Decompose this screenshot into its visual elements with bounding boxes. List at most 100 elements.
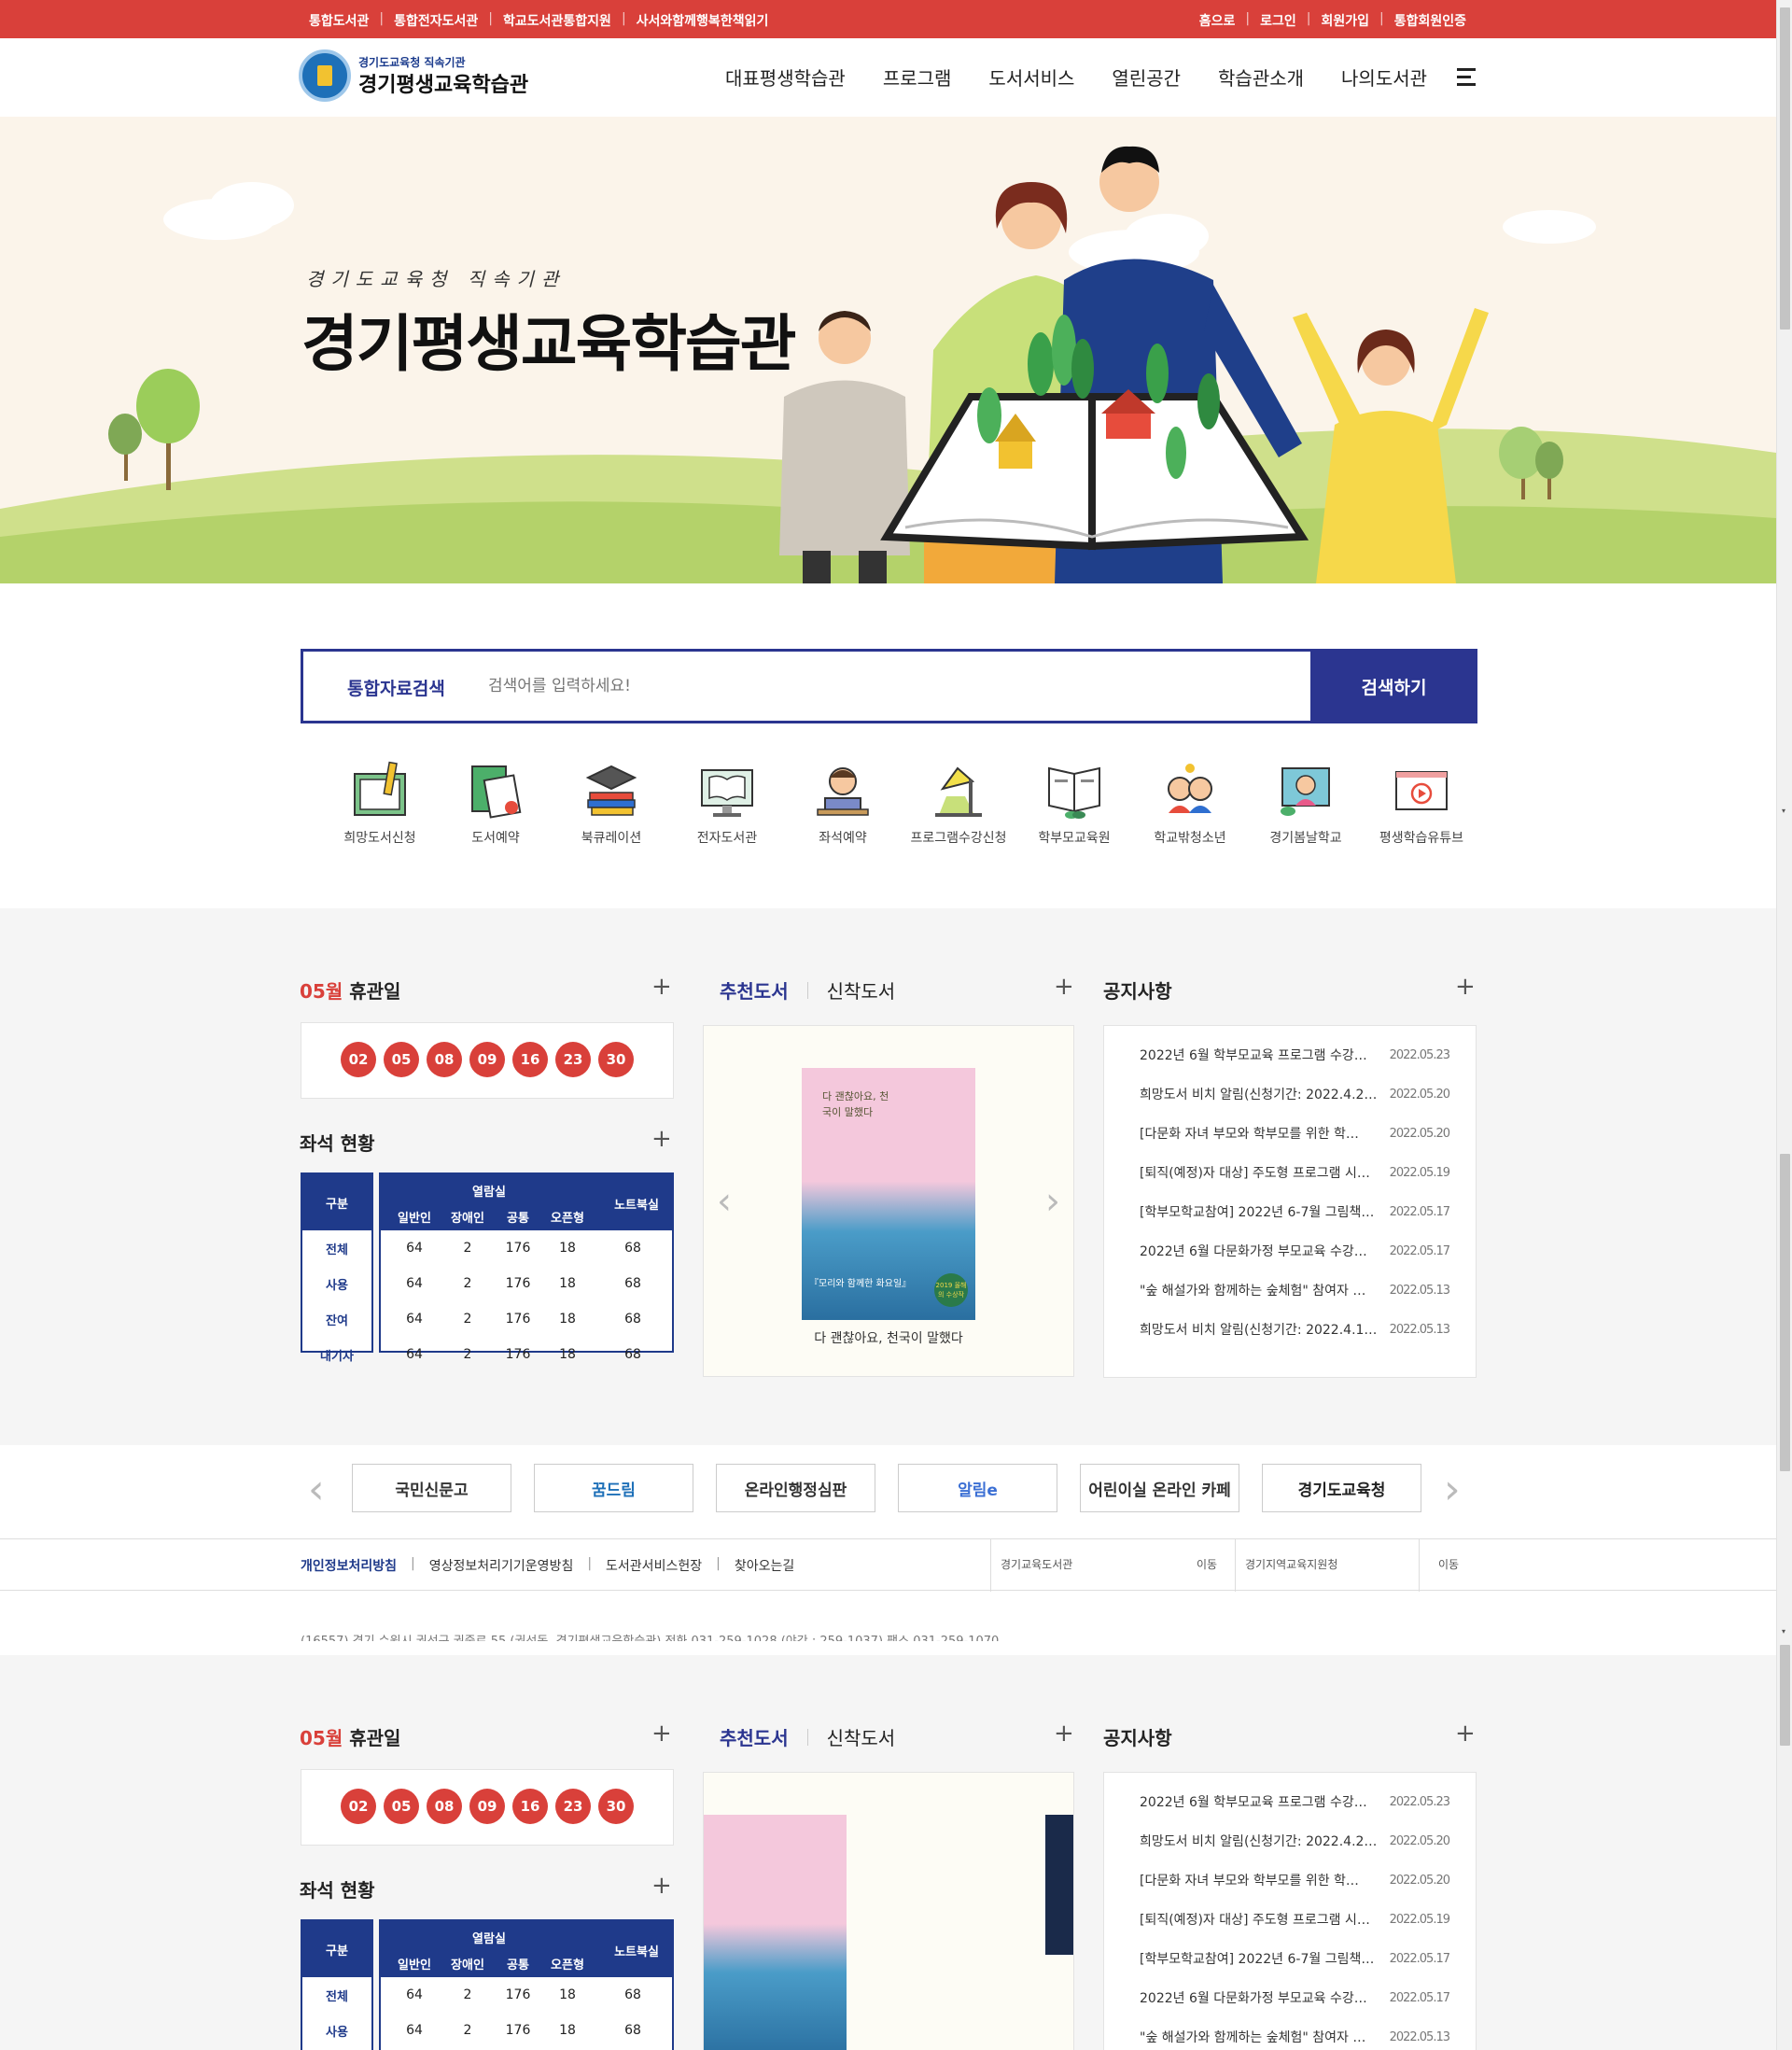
footer-link-directions[interactable]: 찾아오는길 — [735, 1556, 794, 1575]
menu-icon[interactable] — [1457, 68, 1476, 91]
move-button-2[interactable]: 이동 — [1438, 1556, 1459, 1572]
partner-banner[interactable]: 경기도교육청 — [1262, 1464, 1421, 1512]
family-site-select-1[interactable]: 경기교육도서관 이동 — [990, 1539, 1235, 1592]
carousel-prev-icon[interactable]: ‹ — [717, 1180, 732, 1223]
quick-item-parent-edu[interactable]: 학부모교육원 — [1016, 761, 1132, 847]
seat-cell: 2 — [463, 2023, 472, 2038]
footer-link-privacy[interactable]: 개인정보처리방침 — [301, 1556, 397, 1575]
seat-more-button[interactable]: + — [651, 1127, 672, 1151]
scroll-down-arrow-icon[interactable]: ▾ — [1782, 1628, 1785, 1636]
quick-menu: 희망도서신청 도서예약 북큐레이션 전자도서관 좌석예약 프로그램수강신청 학부… — [322, 761, 1479, 847]
notice-item-date: 2022.05.17 — [1389, 1204, 1450, 1219]
seat-table: 열람실 일반인 장애인 공통 오픈형 노트북실 64 2 176 18 68 64 2 176… — [379, 1919, 674, 2050]
banner-prev-icon[interactable]: ‹ — [308, 1469, 325, 1510]
topbar-link-auth[interactable]: 통합회원인증 — [1394, 11, 1466, 30]
family-site-select-2[interactable]: 경기지역교육지원청 — [1235, 1539, 1419, 1592]
site-logo[interactable]: 경기도교육청 직속기관 경기평생교육학습관 — [299, 49, 528, 102]
notice-item[interactable]: [다문화 자녀 부모와 학부모를 위한 학… 2022.05.20 — [1140, 1860, 1450, 1900]
notice-item[interactable]: [학부모학교참여] 2022년 6-7월 그림책… 2022.05.17 — [1140, 1939, 1450, 1978]
partner-banner[interactable]: 온라인행정심판 — [716, 1464, 875, 1512]
notice-more-button[interactable]: + — [1455, 975, 1476, 999]
search-input[interactable] — [488, 667, 1309, 706]
nav-item-my-library[interactable]: 나의도서관 — [1341, 63, 1427, 91]
topbar-link-login[interactable]: 로그인 — [1260, 11, 1296, 30]
notice-item-date: 2022.05.19 — [1389, 1165, 1450, 1180]
quick-item-book-curation[interactable]: 북큐레이션 — [553, 761, 669, 847]
notice-item-title: [학부모학교참여] 2022년 6-7월 그림책… — [1140, 1205, 1375, 1220]
nav-item-open-space[interactable]: 열린공간 — [1112, 63, 1181, 91]
tab-recommended[interactable]: 추천도서 — [720, 976, 789, 1004]
book-title[interactable]: 다 괜찮아요, 천국이 말했다 — [704, 1328, 1073, 1347]
topbar-link-reading[interactable]: 사서와함께행복한책읽기 — [637, 11, 769, 30]
holiday-date: 23 — [555, 1042, 591, 1077]
notice-item[interactable]: 희망도서 비치 알림(신청기간: 2022.4.2… 2022.05.20 — [1140, 1074, 1450, 1114]
seat-table-row: 64 2 176 18 68 — [381, 1337, 672, 1372]
notice-item-date: 2022.05.23 — [1389, 1047, 1450, 1062]
holiday-more-button[interactable]: + — [651, 975, 672, 999]
move-button-1[interactable]: 이동 — [1197, 1556, 1217, 1572]
tab-recommended[interactable]: 추천도서 — [720, 1723, 789, 1750]
search-button[interactable]: 검색하기 — [1310, 649, 1477, 723]
seat-cell: 176 — [505, 1276, 531, 1291]
nav-item-about[interactable]: 학습관소개 — [1218, 63, 1304, 91]
footer-link-cctv[interactable]: 영상정보처리기기운영방침 — [429, 1556, 574, 1575]
holiday-more-button[interactable]: + — [651, 1721, 672, 1746]
notice-more-button[interactable]: + — [1455, 1721, 1476, 1746]
hero-illustration — [0, 146, 1776, 583]
topbar-link-school-library[interactable]: 학교도서관통합지원 — [503, 11, 611, 30]
books-more-button[interactable]: + — [1054, 975, 1074, 999]
seat-more-button[interactable]: + — [651, 1874, 672, 1898]
quick-item-e-library[interactable]: 전자도서관 — [669, 761, 785, 847]
partner-banner[interactable]: 국민신문고 — [352, 1464, 511, 1512]
notice-item[interactable]: 2022년 6월 다문화가정 부모교육 수강… 2022.05.17 — [1140, 1978, 1450, 2017]
carousel-next-icon[interactable]: › — [1045, 1180, 1060, 1223]
notice-item[interactable]: "숲 해설가와 함께하는 숲체험" 참여자 … 2022.05.13 — [1140, 2017, 1450, 2050]
quick-item-out-of-school-youth[interactable]: 학교밖청소년 — [1132, 761, 1248, 847]
notice-item[interactable]: [퇴직(예정)자 대상] 주도형 프로그램 시… 2022.05.19 — [1140, 1900, 1450, 1939]
nav-item-program[interactable]: 프로그램 — [883, 63, 952, 91]
quick-item-program-apply[interactable]: 프로그램수강신청 — [901, 761, 1016, 847]
topbar-link-home[interactable]: 홈으로 — [1199, 11, 1236, 30]
notice-item[interactable]: "숲 해설가와 함께하는 숲체험" 참여자 … 2022.05.13 — [1140, 1271, 1450, 1310]
nav-item-library-service[interactable]: 도서서비스 — [988, 63, 1074, 91]
nav-item-main-learning[interactable]: 대표평생학습관 — [725, 63, 846, 91]
books-more-button[interactable]: + — [1054, 1721, 1074, 1746]
notice-item[interactable]: 2022년 6월 학부모교육 프로그램 수강… 2022.05.23 — [1140, 1782, 1450, 1821]
notice-item[interactable]: [다문화 자녀 부모와 학부모를 위한 학… 2022.05.20 — [1140, 1114, 1450, 1153]
tab-new-books[interactable]: 신착도서 — [827, 976, 896, 1004]
topbar-link-join[interactable]: 회원가입 — [1321, 11, 1369, 30]
scrollbar-thumb[interactable] — [1780, 7, 1790, 330]
notice-item[interactable]: [퇴직(예정)자 대상] 주도형 프로그램 시… 2022.05.19 — [1140, 1153, 1450, 1192]
page-scrollbar[interactable]: ▾ ▾ — [1776, 0, 1792, 2050]
notice-item[interactable]: 희망도서 비치 알림(신청기간: 2022.4.2… 2022.05.20 — [1140, 1821, 1450, 1860]
scrollbar-thumb[interactable] — [1780, 1154, 1790, 1471]
quick-item-label: 프로그램수강신청 — [910, 831, 1007, 846]
partner-banner[interactable]: 꿈드림 — [534, 1464, 693, 1512]
book-cover[interactable]: 다 괜찮아요, 천국이 말했다 『모리와 함께한 화요일』 2019 올해의 수… — [802, 1068, 975, 1320]
notice-item[interactable]: 2022년 6월 학부모교육 프로그램 수강… 2022.05.23 — [1140, 1035, 1450, 1074]
quick-item-spring-school[interactable]: 경기봄날학교 — [1248, 761, 1364, 847]
notice-item[interactable]: 2022년 6월 다문화가정 부모교육 수강… 2022.05.17 — [1140, 1231, 1450, 1271]
quick-item-hope-book[interactable]: 희망도서신청 — [322, 761, 438, 847]
holiday-date: 05 — [384, 1789, 419, 1824]
scroll-down-arrow-icon[interactable]: ▾ — [1782, 807, 1785, 815]
notice-item-title: [다문화 자녀 부모와 학부모를 위한 학… — [1140, 1874, 1359, 1889]
seat-cell: 68 — [624, 2023, 641, 2038]
book-pencil-icon — [354, 761, 406, 816]
topbar-link-integrated-library[interactable]: 통합도서관 — [309, 11, 369, 30]
partner-banner[interactable]: 어린이실 온라인 카페 — [1080, 1464, 1239, 1512]
book-cover[interactable] — [704, 1815, 847, 2050]
quick-item-seat-reserve[interactable]: 좌석예약 — [785, 761, 901, 847]
quick-item-youtube[interactable]: 평생학습유튜브 — [1364, 761, 1479, 847]
info-section: 05월 휴관일 + 02 05 08 09 16 23 30 좌석 현황 + 구… — [0, 908, 1776, 1445]
topbar-link-e-library[interactable]: 통합전자도서관 — [394, 11, 478, 30]
partner-banner[interactable]: 알림e — [898, 1464, 1057, 1512]
banner-next-icon[interactable]: › — [1444, 1469, 1461, 1510]
tab-new-books[interactable]: 신착도서 — [827, 1723, 896, 1750]
book-cover[interactable] — [1045, 1815, 1073, 1955]
notice-item[interactable]: 희망도서 비치 알림(신청기간: 2022.4.1… 2022.05.13 — [1140, 1310, 1450, 1349]
footer-link-charter[interactable]: 도서관서비스헌장 — [606, 1556, 702, 1575]
scrollbar-thumb[interactable] — [1780, 1645, 1790, 1746]
quick-item-book-reserve[interactable]: 도서예약 — [438, 761, 553, 847]
notice-item[interactable]: [학부모학교참여] 2022년 6-7월 그림책… 2022.05.17 — [1140, 1192, 1450, 1231]
